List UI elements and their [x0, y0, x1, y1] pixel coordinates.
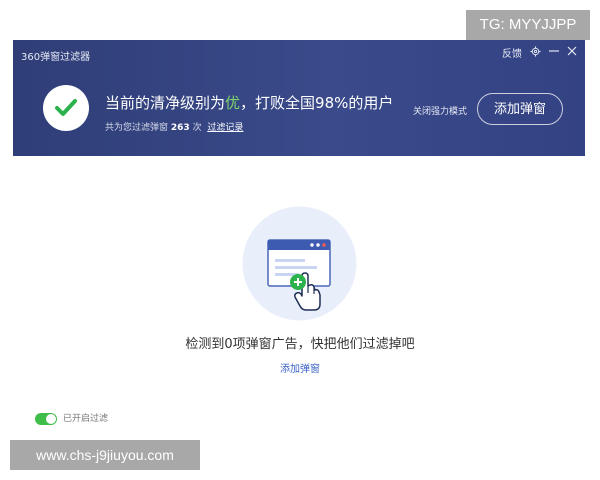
status-badge [43, 85, 89, 131]
gear-icon [530, 45, 541, 57]
filter-count: 263 [170, 123, 190, 133]
popup-window-illustration [242, 206, 357, 321]
strong-mode-toggle[interactable]: 关闭强力模式 [413, 104, 467, 117]
check-icon [55, 99, 77, 116]
window-controls: 反馈 [502, 45, 577, 60]
add-popup-link[interactable]: 添加弹窗 [0, 360, 600, 375]
empty-state-message: 检测到0项弹窗广告，快把他们过滤掉吧 [185, 337, 415, 352]
clean-grade: 优 [225, 94, 241, 112]
close-icon [567, 46, 577, 56]
summary-unit: 次 [192, 123, 202, 133]
minimize-icon [549, 50, 559, 52]
summary-prefix: 共为您过滤弹窗 [105, 123, 169, 133]
app-header: 360弹窗过滤器 反馈 当前的清净级别为优，打败全国98%的用户 共为您过滤弹窗… [13, 40, 585, 156]
status-message: 当前的清净级别为优，打败全国98%的用户 [105, 92, 393, 113]
filter-toggle-label: 已开启过滤 [63, 414, 109, 424]
filter-summary: 共为您过滤弹窗 263 次 过滤记录 [105, 120, 243, 133]
minimize-button[interactable] [549, 46, 559, 59]
page: TG: MYYJJPP 360弹窗过滤器 反馈 当前的清净级别为优，打败全国98… [0, 0, 600, 480]
url-watermark: www.chs-j9jiuyou.com [10, 440, 200, 470]
settings-button[interactable] [530, 45, 541, 60]
filter-history-link[interactable]: 过滤记录 [207, 123, 243, 133]
status-prefix: 当前的清净级别为 [105, 94, 226, 112]
app-title: 360弹窗过滤器 [21, 52, 91, 63]
status-suffix: ，打败全国98%的用户 [240, 94, 394, 112]
close-button[interactable] [567, 46, 577, 59]
filter-toggle-switch[interactable] [35, 413, 57, 425]
add-popup-button[interactable]: 添加弹窗 [477, 93, 563, 125]
tg-watermark: TG: MYYJJPP [466, 10, 590, 40]
feedback-button[interactable]: 反馈 [502, 45, 522, 60]
